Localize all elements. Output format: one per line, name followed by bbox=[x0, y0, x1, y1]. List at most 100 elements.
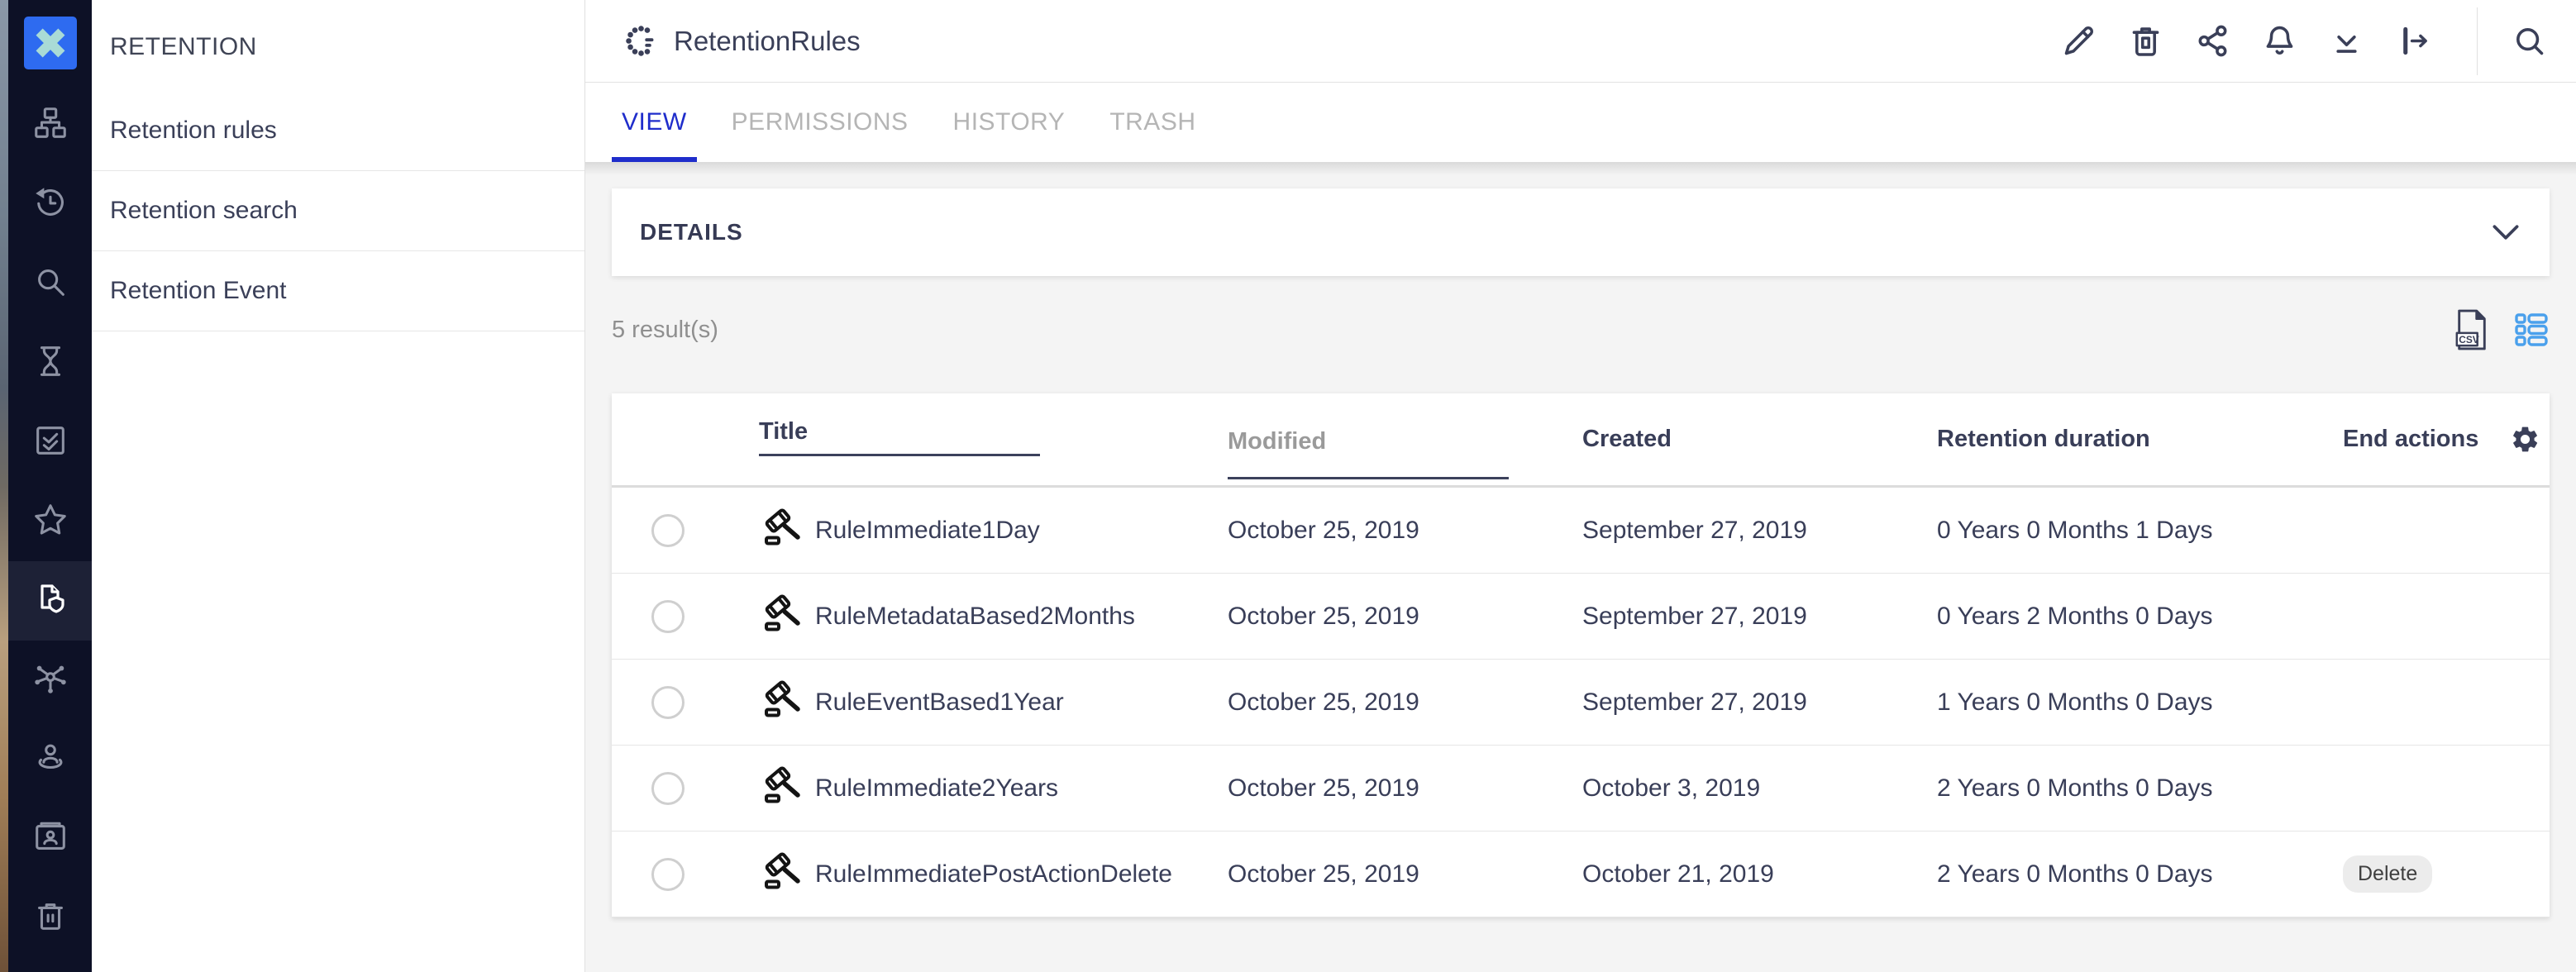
nuxeo-logo[interactable] bbox=[8, 0, 92, 85]
cell-created: September 27, 2019 bbox=[1579, 603, 1933, 631]
rail-item-workflow[interactable] bbox=[8, 641, 92, 720]
star-icon bbox=[31, 501, 69, 543]
cell-retention-duration: 2 Years 0 Months 0 Days bbox=[1933, 860, 2340, 889]
row-title: RuleImmediatePostActionDelete bbox=[815, 860, 1172, 889]
rail-item-history[interactable] bbox=[8, 164, 92, 244]
sort-underline bbox=[1228, 477, 1509, 479]
hourglass-icon bbox=[31, 342, 69, 384]
cell-modified: October 25, 2019 bbox=[1224, 774, 1579, 803]
export-csv-icon[interactable]: CSV bbox=[2454, 308, 2490, 351]
details-panel[interactable]: DETAILS bbox=[612, 188, 2550, 276]
tab-view[interactable]: VIEW bbox=[612, 83, 697, 162]
gavel-icon bbox=[764, 680, 802, 725]
cell-retention-duration: 1 Years 0 Months 0 Days bbox=[1933, 688, 2340, 717]
sitemap-icon bbox=[31, 104, 69, 146]
document-title-group: RetentionRules bbox=[622, 21, 861, 60]
svg-text:CSV: CSV bbox=[2459, 334, 2479, 345]
rail-item-browse[interactable] bbox=[8, 85, 92, 164]
column-label: Title bbox=[759, 418, 1224, 446]
edit-pencil-icon[interactable] bbox=[2060, 22, 2097, 60]
table-row[interactable]: RuleEventBased1Year October 25, 2019 Sep… bbox=[612, 660, 2550, 746]
cell-created: September 27, 2019 bbox=[1579, 688, 1933, 717]
table-row[interactable]: RuleImmediatePostActionDelete October 25… bbox=[612, 831, 2550, 917]
gavel-icon bbox=[764, 766, 802, 811]
results-icons: CSV bbox=[2454, 308, 2550, 351]
sidebar-item-retention-rules[interactable]: Retention rules bbox=[92, 91, 584, 171]
sidebar-item-retention-search[interactable]: Retention search bbox=[92, 171, 584, 251]
rail-item-search[interactable] bbox=[8, 244, 92, 323]
chevron-down-icon[interactable] bbox=[2492, 223, 2520, 241]
header-spacer bbox=[612, 393, 724, 485]
rail-item-personal-space[interactable] bbox=[8, 720, 92, 799]
table-row[interactable]: RuleImmediate1Day October 25, 2019 Septe… bbox=[612, 488, 2550, 574]
row-select-radio[interactable] bbox=[651, 514, 685, 547]
hub-network-icon bbox=[31, 660, 69, 702]
header-actions bbox=[2060, 7, 2548, 75]
clipboard-check-icon bbox=[31, 422, 69, 464]
cell-title: RuleImmediate2Years bbox=[724, 766, 1224, 811]
app-root: RETENTION Retention rules Retention sear… bbox=[0, 0, 2576, 972]
cell-title: RuleImmediatePostActionDelete bbox=[724, 852, 1224, 897]
cell-retention-duration: 0 Years 2 Months 0 Days bbox=[1933, 603, 2340, 631]
row-title: RuleEventBased1Year bbox=[815, 688, 1064, 717]
results-toolbar: 5 result(s) CSV bbox=[612, 299, 2550, 360]
table-row[interactable]: RuleImmediate2Years October 25, 2019 Oct… bbox=[612, 746, 2550, 831]
trash-icon bbox=[31, 898, 69, 940]
column-label: Modified bbox=[1228, 428, 1579, 455]
row-title: RuleImmediate2Years bbox=[815, 774, 1058, 803]
gavel-icon bbox=[764, 508, 802, 553]
sort-underline bbox=[759, 454, 1040, 456]
tab-permissions[interactable]: PERMISSIONS bbox=[722, 83, 918, 162]
retention-doc-shield-icon bbox=[31, 579, 70, 623]
sidebar-item-retention-event[interactable]: Retention Event bbox=[92, 251, 584, 331]
cell-modified: October 25, 2019 bbox=[1224, 517, 1579, 545]
sidebar-item-label: Retention rules bbox=[110, 117, 277, 145]
rail-item-retention[interactable] bbox=[8, 561, 92, 641]
table-body: RuleImmediate1Day October 25, 2019 Septe… bbox=[612, 488, 2550, 917]
delete-trash-icon[interactable] bbox=[2127, 22, 2164, 60]
history-icon bbox=[31, 183, 69, 226]
person-ring-icon bbox=[31, 739, 69, 781]
share-icon[interactable] bbox=[2194, 22, 2231, 60]
table-row[interactable]: RuleMetadataBased2Months October 25, 201… bbox=[612, 574, 2550, 660]
row-select-radio[interactable] bbox=[651, 600, 685, 633]
rail-item-trash[interactable] bbox=[8, 879, 92, 958]
icon-rail bbox=[8, 0, 92, 972]
nuxeo-logo-icon bbox=[24, 17, 77, 69]
column-header-modified[interactable]: Modified bbox=[1224, 428, 1579, 479]
cell-retention-duration: 2 Years 0 Months 0 Days bbox=[1933, 774, 2340, 803]
row-title: RuleMetadataBased2Months bbox=[815, 603, 1135, 631]
gavel-icon bbox=[764, 852, 802, 897]
tab-trash[interactable]: TRASH bbox=[1100, 83, 1205, 162]
notifications-bell-icon[interactable] bbox=[2261, 22, 2298, 60]
rail-item-favorites[interactable] bbox=[8, 482, 92, 561]
cell-retention-duration: 0 Years 0 Months 1 Days bbox=[1933, 517, 2340, 545]
row-select-radio[interactable] bbox=[651, 686, 685, 719]
details-label: DETAILS bbox=[640, 219, 743, 245]
document-search-icon[interactable] bbox=[2511, 22, 2548, 60]
content-area: DETAILS 5 result(s) CSV bbox=[585, 162, 2576, 972]
desktop-wallpaper-strip bbox=[0, 0, 8, 972]
rail-item-pending-tasks[interactable] bbox=[8, 323, 92, 403]
display-mode-list-icon[interactable] bbox=[2513, 312, 2550, 348]
rail-item-user-card[interactable] bbox=[8, 799, 92, 879]
contact-card-icon bbox=[31, 818, 69, 860]
results-table: Title Modified Created Retention duratio… bbox=[612, 393, 2550, 917]
end-action-badge: Delete bbox=[2343, 855, 2432, 893]
row-title: RuleImmediate1Day bbox=[815, 517, 1040, 545]
page-title: RetentionRules bbox=[674, 26, 861, 57]
tab-history[interactable]: HISTORY bbox=[943, 83, 1076, 162]
download-icon[interactable] bbox=[2328, 22, 2365, 60]
cell-end-actions: Delete bbox=[2340, 855, 2501, 893]
cell-created: October 21, 2019 bbox=[1579, 860, 1933, 889]
row-select-radio[interactable] bbox=[651, 772, 685, 805]
cell-title: RuleEventBased1Year bbox=[724, 680, 1224, 725]
row-select-radio[interactable] bbox=[651, 858, 685, 891]
export-icon[interactable] bbox=[2395, 22, 2432, 60]
rail-item-tasks[interactable] bbox=[8, 403, 92, 482]
gavel-icon bbox=[764, 594, 802, 639]
sidebar-item-label: Retention Event bbox=[110, 277, 286, 305]
column-header-title[interactable]: Title bbox=[724, 418, 1224, 456]
document-tabs: VIEW PERMISSIONS HISTORY TRASH bbox=[585, 83, 2576, 162]
column-settings-gear-icon[interactable] bbox=[2510, 424, 2540, 455]
